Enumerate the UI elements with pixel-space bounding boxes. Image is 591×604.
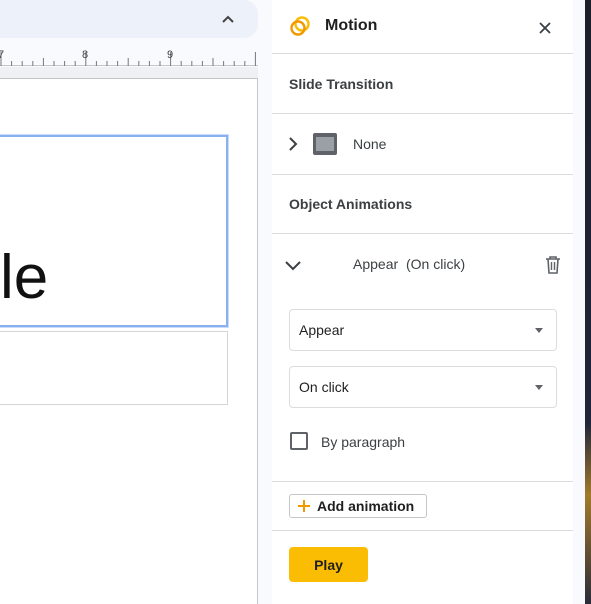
divider [272,530,573,531]
panel-header: Motion [272,0,573,54]
object-animations-heading: Object Animations [289,196,413,212]
animation-trigger[interactable]: (On click) [406,256,465,272]
by-paragraph-checkbox[interactable] [290,432,308,450]
slide-transition-row[interactable]: None [272,114,573,175]
panel-scrollbar-gutter [573,0,585,604]
add-animation-label: Add animation [317,498,415,514]
ruler-number: 7 [0,49,5,61]
object-animations-heading-section: Object Animations [272,175,573,234]
play-button[interactable]: Play [289,547,368,582]
slide-transition-heading: Slide Transition [289,76,394,92]
chevron-down-icon[interactable] [284,259,302,271]
animation-item: Appear (On click) [272,234,573,482]
slide-subtitle-textbox[interactable] [0,331,228,405]
desktop-edge [585,0,591,604]
motion-panel: Motion Slide Transition None Object Anim… [272,0,573,604]
animation-trigger-select[interactable]: On click [289,366,557,408]
plus-icon [298,500,310,512]
ruler-number: 8 [82,49,89,61]
slide-transition-heading-section: Slide Transition [272,54,573,114]
by-paragraph-label[interactable]: By paragraph [321,434,405,450]
slide-title-textbox[interactable]: le [0,135,228,327]
transition-value: None [353,136,387,152]
close-panel-button[interactable] [534,17,556,39]
ruler-number: 9 [167,49,174,61]
play-label: Play [314,557,343,573]
animation-name[interactable]: Appear [353,256,398,272]
motion-icon [290,16,310,36]
collapse-menus-button[interactable] [216,8,240,30]
animation-effect-value: Appear [299,322,345,338]
add-animation-button[interactable]: Add animation [289,494,427,518]
animation-effect-select[interactable]: Appear [289,309,557,351]
transition-thumbnail-icon [313,133,337,155]
ruler-ticks [0,52,256,66]
close-icon [539,22,551,34]
panel-title: Motion [325,17,378,34]
horizontal-ruler: 7 8 9 [0,44,258,66]
editor-top-bar [0,0,258,38]
dropdown-caret-icon [535,385,543,390]
slide-title-text: le [0,243,49,312]
chevron-right-icon[interactable] [287,136,299,152]
trash-icon[interactable] [544,255,562,275]
animation-trigger-value: On click [299,379,349,395]
dropdown-caret-icon [535,328,543,333]
chevron-up-icon [222,15,234,23]
